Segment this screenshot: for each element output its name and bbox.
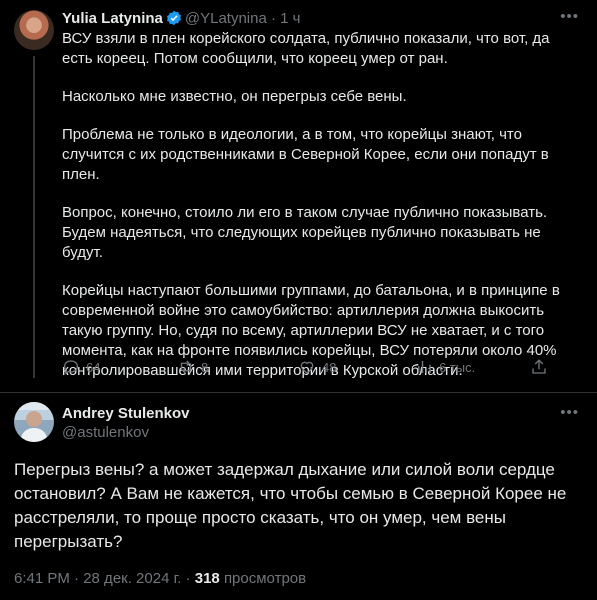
- reply-text: Перегрыз вены? а может задержал дыхание …: [14, 460, 567, 551]
- avatar[interactable]: [14, 402, 54, 442]
- repost-icon: [180, 360, 192, 374]
- reply-views-label: просмотров: [223, 570, 307, 587]
- avatar[interactable]: [14, 10, 54, 50]
- like-icon: [300, 361, 314, 374]
- tweet-paragraph: ВСУ взяли в плен корейского солдата, пуб…: [62, 30, 550, 67]
- share-button[interactable]: [530, 358, 548, 376]
- more-icon[interactable]: •••: [560, 404, 579, 421]
- reply-time[interactable]: 6:41 PM: [14, 570, 70, 587]
- reply-icon: [63, 360, 79, 375]
- avatar-image: [14, 402, 54, 442]
- tweet-paragraph: Насколько мне известно, он перегрыз себе…: [62, 88, 407, 105]
- reply-button[interactable]: 64: [62, 358, 100, 376]
- tweet-actions: 64 8 48 6 тыс.: [62, 358, 582, 380]
- author-name[interactable]: Andrey Stulenkov: [62, 404, 190, 423]
- author-name[interactable]: Yulia Latynina: [62, 10, 163, 27]
- reply-date[interactable]: · 28 дек. 2024 г. ·: [74, 570, 191, 587]
- tweet-header: Yulia Latynina @YLatynina · 1 ч: [62, 9, 301, 29]
- share-icon: [532, 359, 546, 374]
- author-handle[interactable]: @YLatynina: [185, 10, 267, 27]
- tweet-paragraph: Проблема не только в идеологии, а в том,…: [62, 126, 549, 183]
- views-count: 6 тыс.: [439, 359, 476, 375]
- author-handle[interactable]: @astulenkov: [62, 423, 190, 442]
- thread-connector-line: [33, 56, 35, 378]
- like-count: 48: [322, 359, 337, 375]
- views-button[interactable]: 6 тыс.: [415, 358, 475, 376]
- reply-count: 64: [86, 359, 101, 375]
- reply-meta: 6:41 PM · 28 дек. 2024 г. · 318 просмотр…: [14, 570, 306, 587]
- divider: [0, 392, 597, 393]
- more-icon[interactable]: •••: [560, 8, 579, 25]
- repost-button[interactable]: 8: [177, 358, 208, 376]
- views-icon: [418, 361, 431, 373]
- reply-header: Andrey Stulenkov @astulenkov: [62, 404, 190, 442]
- tweet-paragraph: Вопрос, конечно, стоило ли его в таком с…: [62, 204, 548, 261]
- tweet-text: ВСУ взяли в плен корейского солдата, пуб…: [62, 29, 582, 399]
- like-button[interactable]: 48: [298, 358, 336, 376]
- reply-views-count: 318: [194, 570, 220, 587]
- verified-badge-icon: [166, 10, 182, 26]
- repost-count: 8: [201, 359, 209, 375]
- tweet-time[interactable]: · 1 ч: [271, 10, 301, 27]
